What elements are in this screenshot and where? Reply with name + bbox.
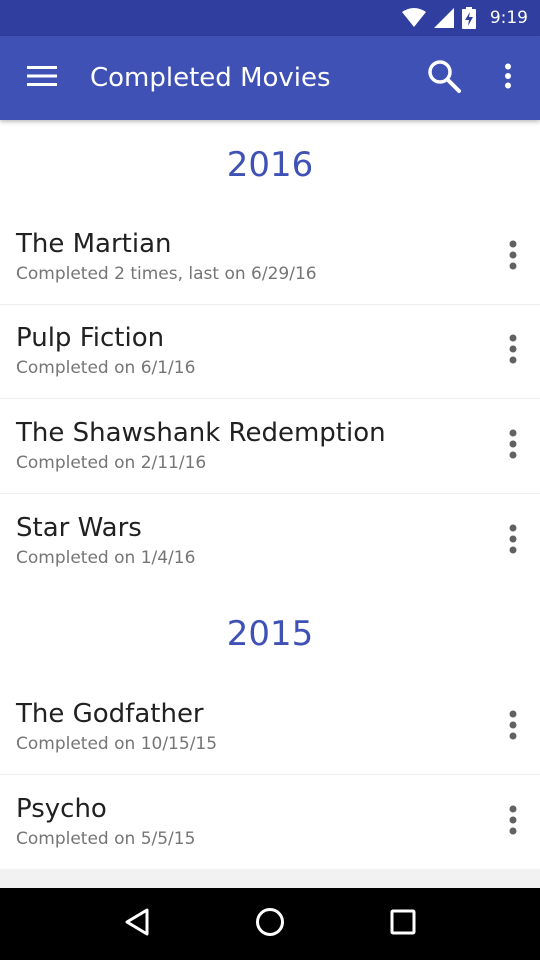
item-overflow-button[interactable] bbox=[486, 792, 540, 852]
cell-signal-icon bbox=[433, 8, 454, 28]
movie-subtitle: Completed on 2/11/16 bbox=[16, 452, 207, 473]
movie-subtitle: Completed on 5/5/15 bbox=[16, 828, 196, 849]
more-vert-icon bbox=[509, 429, 517, 463]
back-icon bbox=[123, 907, 151, 941]
status-time: 9:19 bbox=[489, 8, 528, 28]
home-icon bbox=[255, 907, 285, 941]
section-header: 2015 bbox=[0, 588, 540, 680]
movie-list: 2016 The Martian Completed 2 times, last… bbox=[0, 120, 540, 888]
movie-title: The Shawshank Redemption bbox=[16, 417, 386, 448]
navigation-bar bbox=[0, 888, 540, 960]
wifi-icon bbox=[401, 8, 426, 28]
item-overflow-button[interactable] bbox=[486, 697, 540, 757]
page-title: Completed Movies bbox=[90, 63, 331, 93]
list-item[interactable]: The Godfather Completed on 10/15/15 bbox=[0, 680, 540, 775]
search-button[interactable] bbox=[412, 36, 476, 120]
movie-subtitle: Completed on 10/15/15 bbox=[16, 733, 218, 754]
search-icon bbox=[426, 58, 462, 98]
menu-button[interactable] bbox=[0, 36, 84, 120]
list-item[interactable]: Pulp Fiction Completed on 6/1/16 bbox=[0, 304, 540, 399]
more-vert-icon bbox=[509, 240, 517, 274]
app-bar: Completed Movies bbox=[0, 36, 540, 120]
movie-subtitle: Completed 2 times, last on 6/29/16 bbox=[16, 263, 317, 284]
home-button[interactable] bbox=[230, 888, 310, 960]
more-vert-icon bbox=[509, 334, 517, 368]
list-item[interactable]: Star Wars Completed on 1/4/16 bbox=[0, 493, 540, 588]
menu-icon bbox=[27, 65, 57, 91]
more-vert-icon bbox=[509, 805, 517, 839]
recents-icon bbox=[390, 909, 416, 939]
movie-subtitle: Completed on 1/4/16 bbox=[16, 547, 196, 568]
status-bar: 9:19 bbox=[0, 0, 540, 36]
section-header: 2016 bbox=[0, 120, 540, 210]
movie-title: Star Wars bbox=[16, 512, 142, 543]
movie-title: The Martian bbox=[16, 228, 172, 259]
item-overflow-button[interactable] bbox=[486, 227, 540, 287]
movie-title: The Godfather bbox=[16, 698, 204, 729]
movie-title: Psycho bbox=[16, 793, 107, 824]
more-vert-icon bbox=[509, 710, 517, 744]
battery-charging-icon bbox=[461, 7, 476, 29]
year-section-2016: 2016 The Martian Completed 2 times, last… bbox=[0, 120, 540, 588]
item-overflow-button[interactable] bbox=[486, 416, 540, 476]
item-overflow-button[interactable] bbox=[486, 511, 540, 571]
list-item[interactable]: The Martian Completed 2 times, last on 6… bbox=[0, 210, 540, 305]
list-item[interactable]: Psycho Completed on 5/5/15 bbox=[0, 774, 540, 869]
movie-subtitle: Completed on 6/1/16 bbox=[16, 358, 196, 379]
movie-title: Pulp Fiction bbox=[16, 323, 165, 354]
more-vert-icon bbox=[504, 63, 512, 93]
more-vert-icon bbox=[509, 524, 517, 558]
more-options-button[interactable] bbox=[476, 36, 540, 120]
back-button[interactable] bbox=[97, 888, 177, 960]
item-overflow-button[interactable] bbox=[486, 321, 540, 381]
list-item[interactable]: The Shawshank Redemption Completed on 2/… bbox=[0, 399, 540, 494]
year-section-2015: 2015 The Godfather Completed on 10/15/15… bbox=[0, 588, 540, 869]
recents-button[interactable] bbox=[363, 888, 443, 960]
